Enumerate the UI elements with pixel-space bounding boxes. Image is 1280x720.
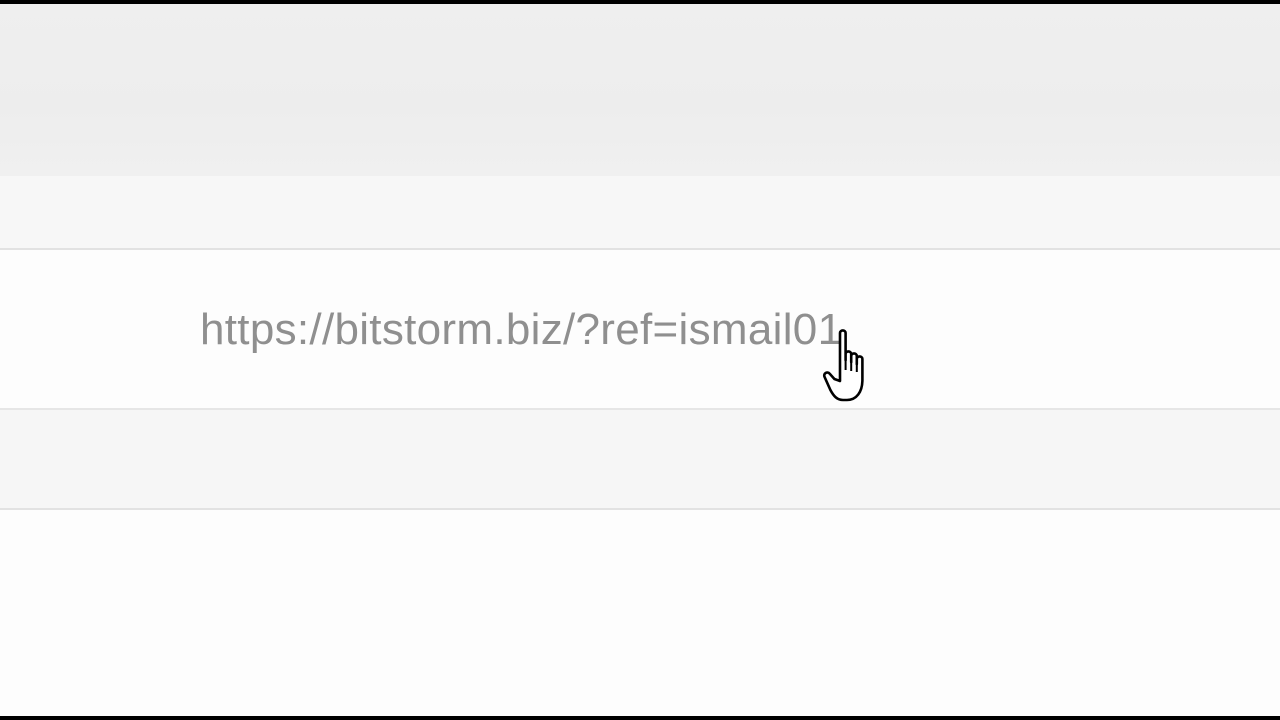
toolbar-band: [0, 176, 1280, 250]
empty-row: [0, 410, 1280, 510]
content-area: [0, 510, 1280, 716]
link-row: https://bitstorm.biz/?ref=ismail01: [0, 250, 1280, 410]
header-band: [0, 4, 1280, 176]
referral-link[interactable]: https://bitstorm.biz/?ref=ismail01: [200, 304, 842, 356]
page-view: https://bitstorm.biz/?ref=ismail01: [0, 4, 1280, 716]
